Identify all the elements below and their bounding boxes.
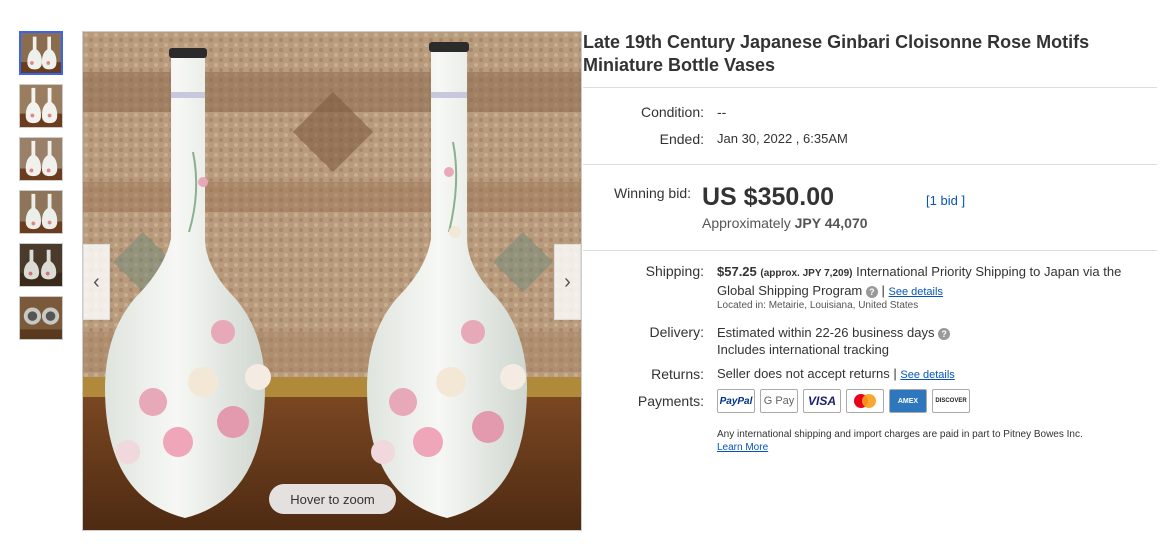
bid-history-link[interactable]: 1 bid (930, 193, 958, 208)
chevron-left-icon: ‹ (93, 270, 100, 293)
prev-image-button[interactable]: ‹ (83, 244, 110, 320)
discover-icon: DISCOVER (932, 389, 970, 413)
winning-bid-label: Winning bid: (613, 185, 691, 201)
chevron-right-icon: › (564, 270, 571, 293)
thumbnail-3[interactable] (19, 137, 63, 181)
returns-see-details-link[interactable]: See details (900, 369, 954, 381)
hover-to-zoom-hint: Hover to zoom (269, 484, 396, 514)
returns-label: Returns: (651, 366, 704, 382)
thumbnail-5[interactable] (19, 243, 63, 287)
thumbnail-4[interactable] (19, 190, 63, 234)
divider-top (583, 87, 1157, 88)
amex-icon: AMEX (889, 389, 927, 413)
item-title: Late 19th Century Japanese Ginbari Clois… (583, 32, 1090, 75)
returns-policy: Seller does not accept returns (717, 366, 890, 381)
visa-icon: VISA (803, 389, 841, 413)
paypal-icon: PayPal (717, 389, 755, 413)
divider-mid (583, 164, 1157, 165)
returns-details: Seller does not accept returns | See det… (717, 366, 955, 381)
ended-label: Ended: (659, 131, 704, 147)
payment-methods: PayPal G Pay VISA AMEX DISCOVER (717, 389, 970, 413)
shipping-details: $57.25 (approx. JPY 7,209) International… (717, 264, 1122, 298)
thumbnail-strip (19, 31, 64, 349)
delivery-tracking: Includes international tracking (717, 342, 889, 357)
condition-value: -- (717, 104, 727, 120)
shipping-approx: (approx. JPY 7,209) (760, 268, 853, 279)
shipping-via: via (1083, 264, 1100, 279)
winning-bid-price: US $350.00 (702, 183, 835, 211)
payments-label: Payments: (637, 393, 704, 409)
help-icon[interactable]: ? (938, 327, 951, 340)
next-image-button[interactable]: › (554, 244, 581, 320)
import-charges-note: Any international shipping and import ch… (717, 429, 1083, 453)
thumbnail-1[interactable] (19, 31, 63, 75)
help-icon[interactable]: ? (865, 285, 878, 298)
ended-value: Jan 30, 2022 , 6:35AM (717, 131, 848, 146)
thumbnail-6[interactable] (19, 296, 63, 340)
vases-photo (83, 32, 581, 530)
thumbnail-2[interactable] (19, 84, 63, 128)
mastercard-icon (846, 389, 884, 413)
delivery-estimate: Estimated within 22-26 business days (717, 325, 935, 340)
delivery-details: Estimated within 22-26 business days ? I… (717, 324, 951, 358)
item-location: Located in: Metairie, Louisiana, United … (717, 300, 919, 311)
delivery-label: Delivery: (649, 324, 704, 340)
bid-count: [1 bid ] (926, 193, 966, 208)
google-pay-icon: G Pay (760, 389, 798, 413)
approx-price: Approximately JPY 44,070 (702, 215, 868, 231)
shipping-method: International Priority Shipping to Japan (856, 264, 1080, 279)
learn-more-link[interactable]: Learn More (717, 442, 768, 453)
main-product-image[interactable]: ‹ › Hover to zoom (82, 31, 582, 531)
condition-label: Condition: (640, 104, 704, 120)
shipping-label: Shipping: (645, 263, 704, 279)
shipping-see-details-link[interactable]: See details (889, 286, 943, 298)
divider-bottom (583, 250, 1157, 251)
shipping-price: $57.25 (717, 264, 757, 279)
